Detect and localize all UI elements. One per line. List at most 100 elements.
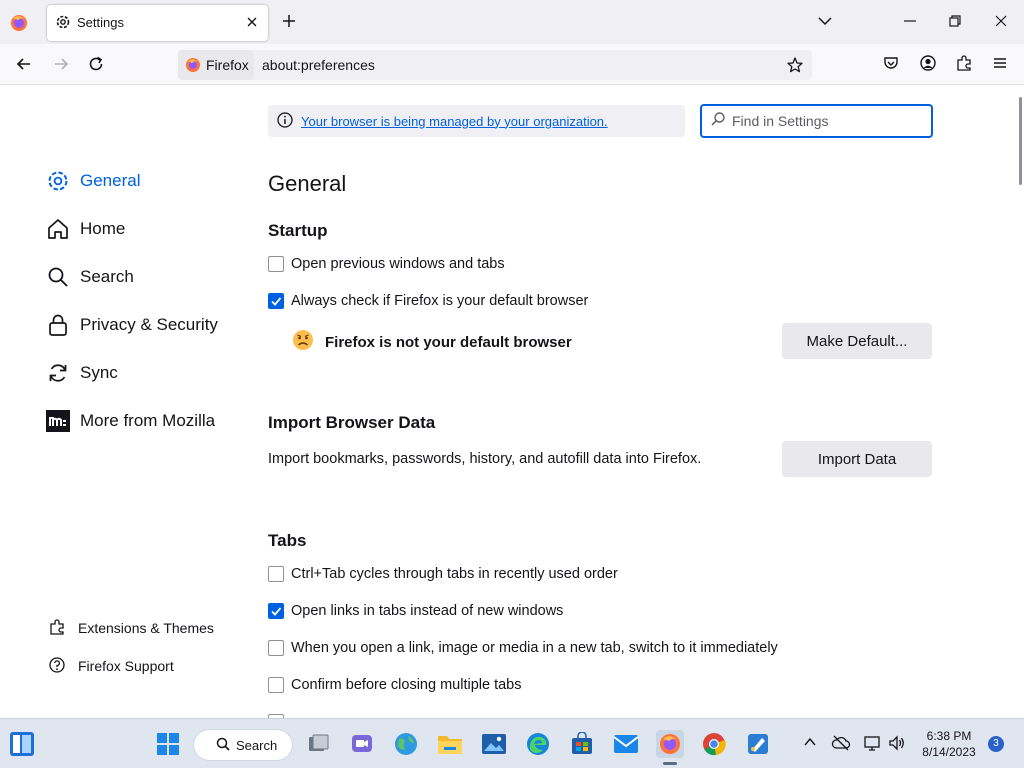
- teams-chat-icon[interactable]: [348, 730, 376, 758]
- gear-icon: [55, 14, 71, 35]
- chrome-icon[interactable]: [700, 730, 728, 758]
- open-previous-label: Open previous windows and tabs: [291, 256, 505, 272]
- sidebar-item-home[interactable]: Home: [46, 214, 125, 244]
- open-links-label: Open links in tabs instead of new window…: [291, 603, 564, 619]
- switch-to-row[interactable]: When you open a link, image or media in …: [268, 638, 778, 658]
- make-default-button[interactable]: Make Default...: [782, 323, 932, 359]
- mail-icon[interactable]: [612, 730, 640, 758]
- chevron-down-icon[interactable]: [816, 12, 834, 35]
- chevron-up-icon[interactable]: [802, 734, 818, 755]
- clock[interactable]: 6:38 PM 8/14/2023: [912, 728, 986, 760]
- not-default-status: Firefox is not your default browser: [292, 329, 572, 355]
- taskbar: Search 6:38 PM 8/14/2023 3: [0, 718, 1024, 768]
- taskbar-search[interactable]: Search: [194, 730, 292, 760]
- scrollbar[interactable]: [1016, 85, 1024, 718]
- close-icon[interactable]: [244, 14, 260, 35]
- network-icon[interactable]: [863, 734, 881, 757]
- search-input[interactable]: [732, 113, 922, 129]
- widgets-icon[interactable]: [8, 730, 36, 758]
- mozilla-icon: [46, 409, 70, 433]
- switch-to-label: When you open a link, image or media in …: [291, 640, 778, 656]
- always-check-row[interactable]: Always check if Firefox is your default …: [268, 291, 588, 311]
- open-links-checkbox[interactable]: [268, 603, 284, 619]
- open-previous-row[interactable]: Open previous windows and tabs: [268, 254, 505, 274]
- find-in-settings[interactable]: [700, 104, 933, 138]
- sidebar-item-general[interactable]: General: [46, 166, 140, 196]
- active-app-indicator: [663, 762, 677, 765]
- new-tab-button[interactable]: [280, 12, 298, 35]
- minimize-button[interactable]: [901, 12, 919, 35]
- open-previous-checkbox[interactable]: [268, 256, 284, 272]
- ctrl-tab-label: Ctrl+Tab cycles through tabs in recently…: [291, 566, 618, 582]
- help-icon: [48, 656, 66, 677]
- ctrl-tab-checkbox[interactable]: [268, 566, 284, 582]
- start-icon[interactable]: [154, 730, 182, 758]
- identity-box[interactable]: Firefox: [178, 50, 254, 80]
- sidebar-item-search[interactable]: Search: [46, 262, 134, 292]
- notification-badge[interactable]: 3: [988, 736, 1004, 752]
- firefox-support-label: Firefox Support: [78, 658, 174, 674]
- page-title: General: [268, 171, 347, 196]
- search-icon: [710, 111, 726, 132]
- sad-face-icon: [292, 329, 314, 355]
- nav-bar: Firefox about:preferences: [0, 44, 1024, 85]
- store-icon[interactable]: [568, 730, 596, 758]
- url-text[interactable]: about:preferences: [262, 57, 375, 73]
- always-check-checkbox[interactable]: [268, 293, 284, 309]
- open-links-row[interactable]: Open links in tabs instead of new window…: [268, 601, 563, 621]
- sidebar-item-privacy[interactable]: Privacy & Security: [46, 310, 218, 340]
- file-explorer-icon[interactable]: [436, 730, 464, 758]
- task-view-icon[interactable]: [304, 730, 332, 758]
- reload-icon[interactable]: [86, 54, 106, 79]
- bookmark-star-icon[interactable]: [786, 56, 804, 79]
- sidebar-item-sync[interactable]: Sync: [46, 358, 118, 388]
- puzzle-icon: [48, 618, 66, 639]
- info-icon: [277, 111, 293, 131]
- firefox-support-link[interactable]: Firefox Support: [48, 656, 174, 676]
- restore-button[interactable]: [946, 12, 964, 35]
- back-arrow-icon[interactable]: [14, 54, 34, 79]
- always-check-label: Always check if Firefox is your default …: [291, 293, 589, 309]
- photos-icon[interactable]: [480, 730, 508, 758]
- close-window-button[interactable]: [992, 12, 1010, 35]
- clock-time: 6:38 PM: [926, 729, 972, 743]
- tab-strip: Settings: [0, 0, 1024, 44]
- account-icon[interactable]: [919, 54, 937, 77]
- tab-title: Settings: [77, 15, 124, 30]
- tabs-heading: Tabs: [268, 531, 307, 550]
- onedrive-offline-icon[interactable]: [831, 734, 851, 757]
- extensions-icon[interactable]: [955, 54, 973, 77]
- sync-icon: [46, 361, 70, 385]
- edge-icon[interactable]: [524, 730, 552, 758]
- menu-icon[interactable]: [991, 54, 1009, 77]
- gear-icon: [46, 169, 70, 193]
- search-icon: [216, 737, 230, 754]
- checkmark-icon: [271, 297, 282, 306]
- confirm-close-row[interactable]: Confirm before closing multiple tabs: [268, 675, 522, 695]
- firefox-view-icon[interactable]: [8, 12, 30, 34]
- confirm-close-checkbox[interactable]: [268, 677, 284, 693]
- identity-label: Firefox: [206, 57, 249, 73]
- extensions-themes-link[interactable]: Extensions & Themes: [48, 618, 214, 638]
- sidebar-item-mozilla[interactable]: More from Mozilla: [46, 406, 215, 436]
- managed-policies-link[interactable]: Your browser is being managed by your or…: [301, 114, 608, 129]
- firefox-taskbar-icon[interactable]: [656, 730, 684, 758]
- import-description: Import bookmarks, passwords, history, an…: [268, 451, 702, 467]
- clock-date: 8/14/2023: [922, 745, 976, 759]
- ctrl-tab-row[interactable]: Ctrl+Tab cycles through tabs in recently…: [268, 564, 618, 584]
- volume-icon[interactable]: [888, 734, 906, 757]
- world-icon[interactable]: [392, 730, 420, 758]
- managed-notice: Your browser is being managed by your or…: [268, 105, 685, 137]
- import-data-button[interactable]: Import Data: [782, 441, 932, 477]
- not-default-label: Firefox is not your default browser: [325, 333, 572, 351]
- url-bar[interactable]: Firefox about:preferences: [178, 50, 812, 80]
- sidebar-item-label: Home: [80, 219, 126, 238]
- scrollbar-thumb[interactable]: [1019, 97, 1022, 185]
- pocket-icon[interactable]: [882, 54, 900, 77]
- checkmark-icon: [271, 607, 282, 616]
- paint-icon[interactable]: [744, 730, 772, 758]
- sidebar-item-label: More from Mozilla: [80, 411, 216, 430]
- tab-settings[interactable]: Settings: [47, 5, 268, 41]
- forward-arrow-icon[interactable]: [51, 54, 71, 79]
- switch-to-checkbox[interactable]: [268, 640, 284, 656]
